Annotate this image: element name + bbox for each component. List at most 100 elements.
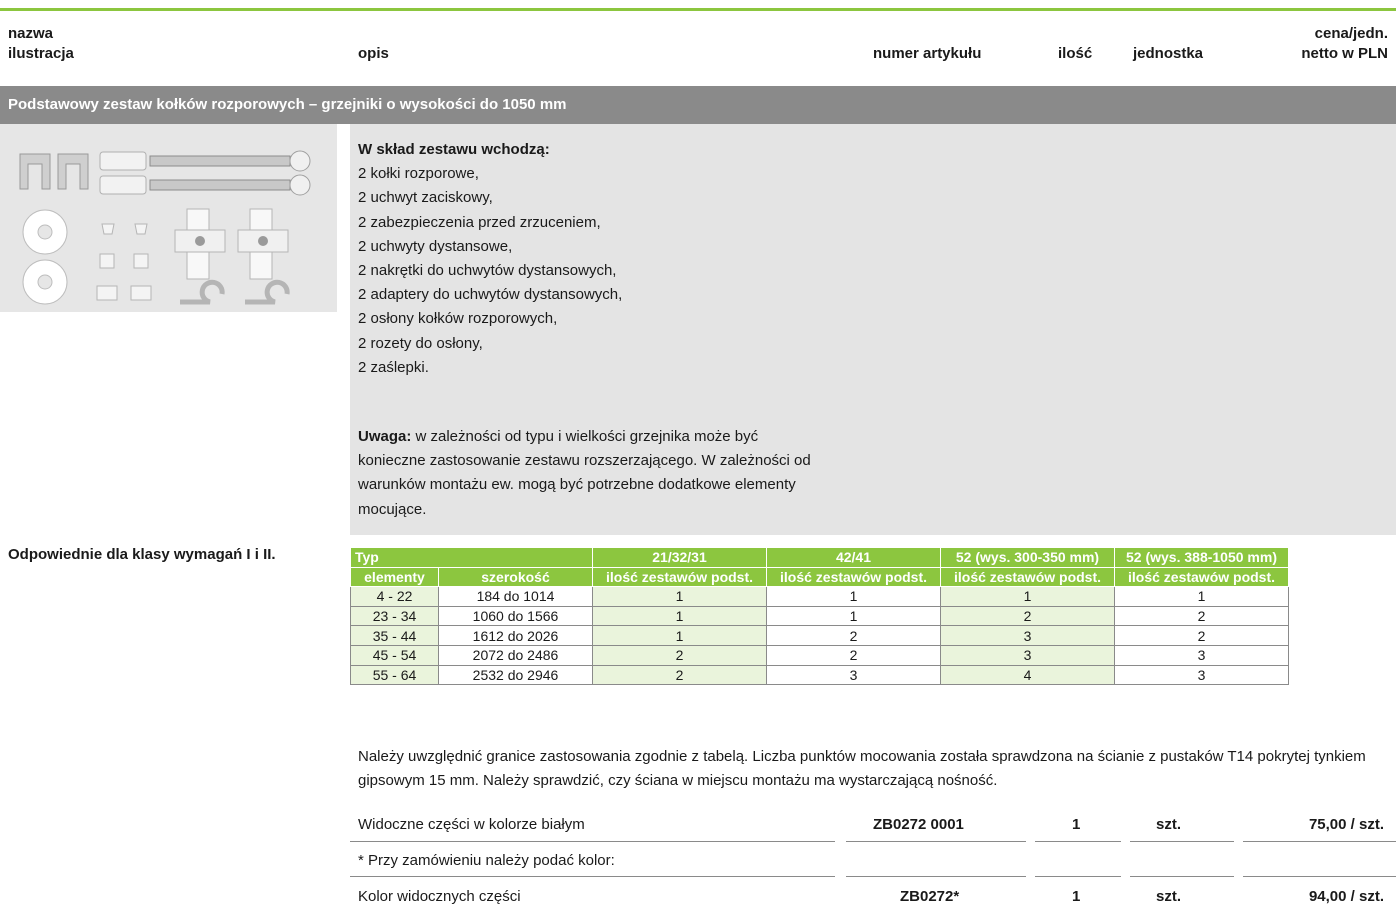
order-article-number: ZB0272* [900,888,960,905]
table-cell: 2532 do 2946 [438,664,593,686]
table-subheader-row: elementy szerokość ilość zestawów podst.… [350,566,1289,588]
table-cell: 1612 do 2026 [438,625,593,646]
table-cell: 2 [1114,625,1289,646]
order-description: * Przy zamówieniu należy podać kolor: [358,852,615,869]
table-cell: 3 [940,644,1115,666]
table-cell: 2072 do 2486 [438,644,593,666]
product-parts-image [0,124,337,312]
header-price-line1: cena/jedn. [1314,25,1388,42]
table-cell: 2 [592,664,767,686]
note-text: w zależności od typu i wielkości grzejni… [358,428,811,518]
order-price: 94,00 / szt. [1308,888,1384,905]
table-row: 23 - 34 1060 do 1566 1 1 2 2 [350,605,1289,627]
table-cell: 3 [1114,644,1289,666]
kit-contents: W skład zestawu wchodzą: 2 kołki rozporo… [358,138,622,380]
table-cell: 1 [1114,586,1289,607]
header-col-price: cena/jedn. netto w PLN [1276,24,1388,64]
table-cell: 1 [940,586,1115,607]
product-illustration [0,124,337,312]
table-cell: 35 - 44 [350,625,439,646]
section-title: Podstawowy zestaw kołków rozporowych – g… [8,96,567,113]
table-cell: 2 [766,625,941,646]
table-cell: 2 [592,644,767,666]
table-cell: 1 [592,625,767,646]
table-type-col: 21/32/31 [592,547,767,568]
table-cell: 55 - 64 [350,664,439,686]
header-col-unit: jednostka [1133,45,1204,62]
table-row: 35 - 44 1612 do 2026 1 2 3 2 [350,625,1289,646]
row-divider [1035,841,1121,842]
header-price-line2: netto w PLN [1301,45,1388,62]
order-quantity: 1 [1072,816,1081,833]
table-cell: 4 - 22 [350,586,439,607]
kit-item: 2 uchwyty dystansowe, [358,237,513,255]
table-cell: 3 [1114,664,1289,686]
table-cell: 1 [592,605,767,627]
table-cell: 1060 do 1566 [438,605,593,627]
table-type-label: Typ [350,547,593,568]
row-divider [1035,876,1121,877]
order-unit: szt. [1156,816,1182,833]
kit-item: 2 nakrętki do uchwytów dystansowych, [358,262,617,280]
table-row: 55 - 64 2532 do 2946 2 3 4 3 [350,664,1289,686]
row-divider [350,841,835,842]
kit-item: 2 zabezpieczenia przed zrzuceniem, [358,213,601,231]
table-cell: 23 - 34 [350,605,439,627]
order-row-white: Widoczne części w kolorze białym ZB0272 … [350,810,1396,840]
kit-item: 2 uchwyt zaciskowy, [358,189,493,207]
header-illustration-line2: ilustracja [8,45,74,62]
row-divider [1130,841,1234,842]
table-cell: 2 [1114,605,1289,627]
order-article-number: ZB0272 0001 [873,816,964,833]
order-unit: szt. [1156,888,1182,905]
table-cell: 1 [592,586,767,607]
kit-item: 2 adaptery do uchwytów dystansowych, [358,286,623,304]
top-accent-line [0,8,1396,11]
table-subheader: elementy [350,566,439,588]
table-row: 4 - 22 184 do 1014 1 1 1 1 [350,586,1289,607]
table-subheader: ilość zestawów podst. [940,566,1115,588]
row-divider [1243,841,1396,842]
table-cell: 2 [766,644,941,666]
header-col-description: opis [358,45,389,62]
table-subheader: szerokość [438,566,593,588]
table-type-header-row: Typ 21/32/31 42/41 52 (wys. 300-350 mm) … [350,547,1289,568]
header-illustration-line1: nazwa [8,25,54,42]
sizing-table: Typ 21/32/31 42/41 52 (wys. 300-350 mm) … [350,547,1289,686]
row-divider [846,841,1026,842]
order-price: 75,00 / szt. [1308,816,1384,833]
row-divider [350,876,835,877]
table-type-col: 42/41 [766,547,941,568]
table-subheader: ilość zestawów podst. [766,566,941,588]
kit-item: 2 zaślepki. [358,358,429,376]
row-divider [1130,876,1234,877]
section-header: Podstawowy zestaw kołków rozporowych – g… [0,86,1396,124]
order-quantity: 1 [1072,888,1081,905]
table-cell: 1 [766,586,941,607]
table-type-col: 52 (wys. 388-1050 mm) [1114,547,1289,568]
kit-item: 2 rozety do osłony, [358,334,483,352]
table-cell: 1 [766,605,941,627]
table-row: 45 - 54 2072 do 2486 2 2 3 3 [350,644,1289,666]
row-divider [846,876,1026,877]
header-col-illustration: nazwa ilustracja [8,24,74,64]
header-col-article-number: numer artykułu [873,45,982,62]
note-paragraph: Uwaga: w zależności od typu i wielkości … [358,425,828,522]
header-col-quantity: ilość [1058,45,1093,62]
kit-item: 2 kołki rozporowe, [358,165,479,183]
kit-heading: W skład zestawu wchodzą: [358,141,550,158]
table-subheader: ilość zestawów podst. [592,566,767,588]
table-cell: 3 [766,664,941,686]
table-cell: 184 do 1014 [438,586,593,607]
table-cell: 4 [940,664,1115,686]
order-row-color-note: * Przy zamówieniu należy podać kolor: [350,846,1396,876]
suitability-label: Odpowiednie dla klasy wymagań I i II. [8,546,276,563]
order-row-color: Kolor widocznych części ZB0272* 1 szt. 9… [350,882,1396,912]
table-cell: 45 - 54 [350,644,439,666]
order-description: Widoczne części w kolorze białym [358,816,585,833]
application-limits-note: Należy uwzględnić granice zastosowania z… [358,748,1366,789]
note-label: Uwaga: [358,428,412,445]
table-type-col: 52 (wys. 300-350 mm) [940,547,1115,568]
table-cell: 2 [940,605,1115,627]
table-subheader: ilość zestawów podst. [1114,566,1289,588]
